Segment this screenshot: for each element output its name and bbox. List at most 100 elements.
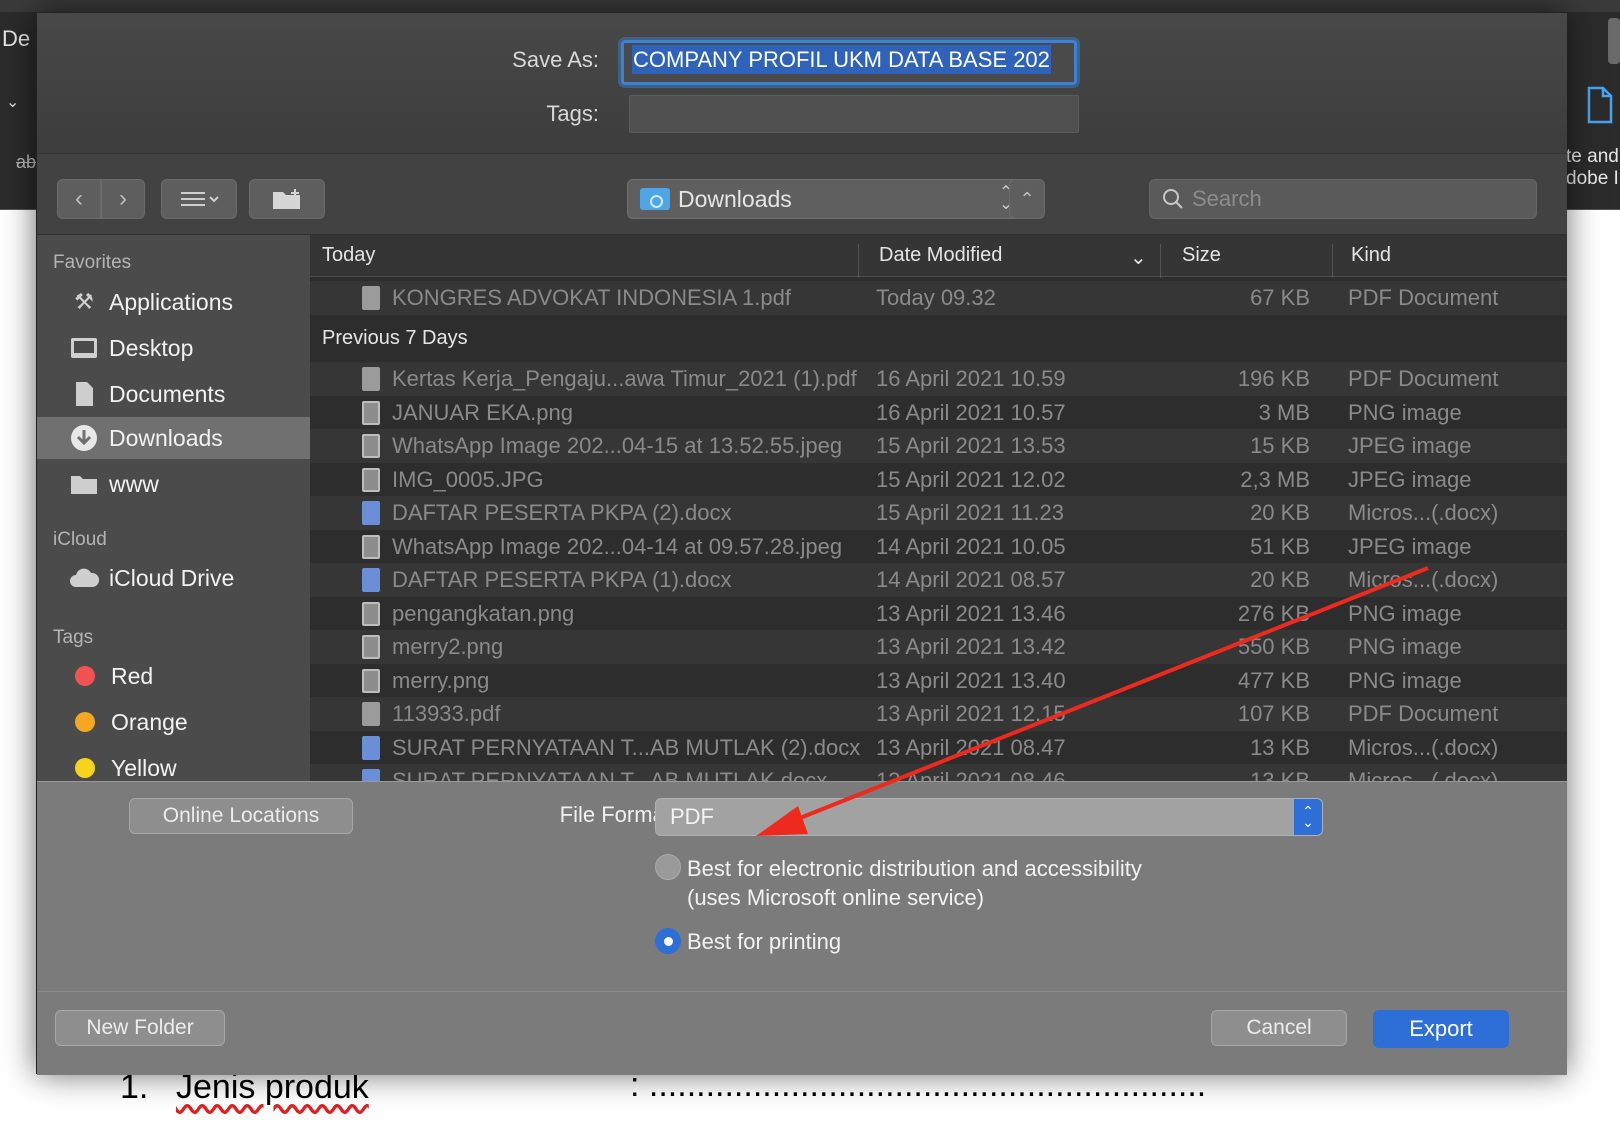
sidebar-item-label: Applications: [109, 288, 234, 315]
table-row[interactable]: merry2.png 13 April 2021 13.42 550 KB PNG i…: [310, 630, 1567, 664]
file-name: 113933.pdf: [392, 701, 501, 726]
desktop-icon: [67, 334, 101, 362]
table-row[interactable]: IMG_0005.JPG 15 April 2021 12.02 2,3 MB JPE…: [310, 463, 1567, 497]
table-row[interactable]: JANUAR EKA.png 16 April 2021 10.57 3 MB PNG…: [310, 396, 1567, 430]
cancel-button[interactable]: Cancel: [1211, 1010, 1347, 1046]
file-kind: Micros...(.docx): [1348, 567, 1499, 592]
view-options-button[interactable]: [161, 179, 237, 219]
file-date: Today 09.32: [876, 285, 996, 310]
file-name: WhatsApp Image 202...04-15 at 13.52.55.j…: [392, 433, 843, 458]
file-date: 16 April 2021 10.59: [876, 366, 1066, 391]
table-row[interactable]: Kertas Kerja_Pengaju...awa Timur_2021 (1…: [310, 362, 1567, 396]
file-size: 3 MB: [1258, 400, 1310, 425]
table-row[interactable]: KONGRES ADVOKAT INDONESIA 1.pdf Today 09.…: [310, 281, 1567, 315]
collapse-dialog-button[interactable]: ⌃: [1009, 179, 1045, 219]
sidebar: Favorites ⚒ Applications Desktop Document…: [37, 235, 310, 781]
location-popup[interactable]: Downloads ⌃ ⌄: [627, 179, 1022, 219]
dialog-toolbar: ‹ › Downloads ⌃ ⌄ ⌃ Search: [37, 153, 1567, 235]
ribbon-create-pdf-label: te and dobe I: [1566, 146, 1619, 190]
column-divider[interactable]: [858, 244, 859, 278]
sidebar-item-desktop[interactable]: Desktop: [37, 327, 310, 369]
file-size: 107 KB: [1237, 701, 1310, 726]
format-options-panel: Online Locations File Format: PDF ⌃ ⌄ Bes…: [37, 781, 1567, 991]
file-kind: PNG image: [1348, 400, 1462, 425]
ribbon-text-line-2: dobe I: [1566, 168, 1619, 189]
sidebar-section-icloud: iCloud: [53, 529, 107, 550]
chevron-down-icon: ⌄: [6, 94, 20, 111]
file-kind: PDF Document: [1348, 285, 1499, 310]
radio-option-printing[interactable]: Best for printing: [655, 928, 841, 956]
folder-icon: [67, 470, 101, 498]
sidebar-item-applications[interactable]: ⚒ Applications: [37, 281, 310, 323]
column-header-name[interactable]: Today: [322, 244, 375, 267]
file-kind: Micros...(.docx): [1348, 735, 1499, 760]
file-size: 477 KB: [1237, 668, 1310, 693]
image-file-icon: [362, 468, 380, 492]
table-row[interactable]: SURAT PERNYATAAN T...AB MUTLAK (2).docx 1…: [310, 731, 1567, 765]
file-size: 20 KB: [1250, 567, 1310, 592]
sidebar-item-www[interactable]: www: [37, 463, 310, 505]
forward-button[interactable]: ›: [101, 179, 145, 219]
file-date: 13 April 2021 13.46: [876, 601, 1066, 626]
image-file-icon: [362, 535, 380, 559]
sidebar-item-documents[interactable]: Documents: [37, 373, 310, 415]
column-header-size[interactable]: Size: [1182, 244, 1221, 267]
column-header-date[interactable]: Date Modified: [879, 244, 1002, 267]
file-name: Kertas Kerja_Pengaju...awa Timur_2021 (1…: [392, 366, 857, 391]
image-file-icon: [362, 635, 380, 659]
file-size: 13 KB: [1250, 768, 1310, 781]
table-row[interactable]: 113933.pdf 13 April 2021 12.15 107 KB PDF D…: [310, 697, 1567, 731]
background-app-title: De: [2, 26, 31, 51]
new-folder-toolbar-button[interactable]: [249, 179, 325, 219]
save-as-value: COMPANY PROFIL UKM DATA BASE 202: [632, 45, 1051, 74]
file-format-select[interactable]: PDF ⌃ ⌄: [655, 798, 1323, 836]
pdf-file-icon: [362, 702, 380, 726]
search-input[interactable]: Search: [1149, 179, 1537, 219]
table-row[interactable]: pengangkatan.png 13 April 2021 13.46 276 K…: [310, 597, 1567, 631]
file-kind: PNG image: [1348, 634, 1462, 659]
file-date: 15 April 2021 13.53: [876, 433, 1066, 458]
file-kind: Micros...(.docx): [1348, 500, 1499, 525]
tag-color-dot: [75, 712, 95, 732]
sidebar-tag-orange[interactable]: Orange: [37, 701, 310, 743]
file-list: Today Date Modified ⌄ Size Kind KONGRES …: [310, 235, 1567, 781]
file-size: 276 KB: [1237, 601, 1310, 626]
chevron-left-icon: ‹: [75, 185, 83, 212]
radio-option-electronic[interactable]: Best for electronic distribution and acc…: [655, 854, 1142, 912]
sidebar-tag-red[interactable]: Red: [37, 655, 310, 697]
table-row[interactable]: SURAT PERNYATAAN T...AB MUTLAK.docx 13 Ap…: [310, 764, 1567, 781]
background-app-titlebar: [0, 0, 1620, 12]
location-label: Downloads: [678, 185, 792, 212]
table-row[interactable]: DAFTAR PESERTA PKPA (1).docx 14 April 202…: [310, 563, 1567, 597]
table-row[interactable]: WhatsApp Image 202...04-15 at 13.52.55.j…: [310, 429, 1567, 463]
table-row[interactable]: DAFTAR PESERTA PKPA (2).docx 15 April 202…: [310, 496, 1567, 530]
file-date: 16 April 2021 10.57: [876, 400, 1066, 425]
online-locations-button[interactable]: Online Locations: [129, 798, 353, 834]
tag-color-dot: [75, 758, 95, 778]
sidebar-item-label: Yellow: [111, 754, 177, 781]
file-date: 13 April 2021 13.42: [876, 634, 1066, 659]
file-name: SURAT PERNYATAAN T...AB MUTLAK.docx: [392, 768, 828, 781]
file-name: DAFTAR PESERTA PKPA (2).docx: [392, 500, 732, 525]
export-button[interactable]: Export: [1373, 1010, 1509, 1048]
column-divider[interactable]: [1160, 244, 1161, 278]
file-date: 13 April 2021 08.46: [876, 768, 1066, 781]
column-header-kind[interactable]: Kind: [1351, 244, 1391, 267]
sidebar-item-downloads[interactable]: Downloads: [37, 417, 310, 459]
file-date: 13 April 2021 13.40: [876, 668, 1066, 693]
tags-field[interactable]: [629, 95, 1079, 133]
table-row[interactable]: merry.png 13 April 2021 13.40 477 KB PNG im…: [310, 664, 1567, 698]
back-button[interactable]: ‹: [57, 179, 101, 219]
table-row[interactable]: WhatsApp Image 202...04-14 at 09.57.28.j…: [310, 530, 1567, 564]
sidebar-tag-yellow[interactable]: Yellow: [37, 747, 310, 781]
file-date: 13 April 2021 12.15: [876, 701, 1066, 726]
new-folder-icon: [273, 189, 300, 209]
sidebar-item-icloud-drive[interactable]: iCloud Drive: [37, 557, 310, 599]
new-folder-button[interactable]: New Folder: [55, 1010, 225, 1046]
radio-button[interactable]: [655, 854, 681, 880]
save-as-field[interactable]: COMPANY PROFIL UKM DATA BASE 202: [621, 40, 1077, 85]
image-file-icon: [362, 669, 380, 693]
column-divider[interactable]: [1332, 244, 1333, 278]
radio-button-selected[interactable]: [655, 928, 681, 954]
strikethrough-icon: ab: [16, 152, 37, 172]
